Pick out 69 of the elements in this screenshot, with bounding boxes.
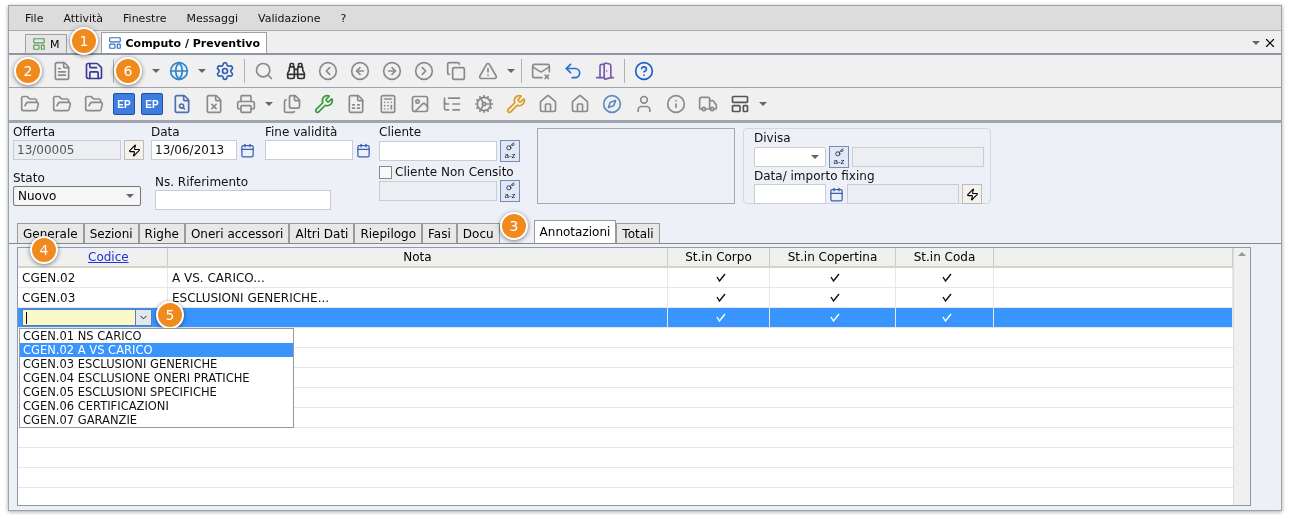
scrollbar[interactable] — [1233, 248, 1250, 505]
checkbox-label: Cliente Non Censito — [395, 165, 514, 179]
calendar-icon[interactable] — [356, 142, 371, 158]
tab[interactable]: Oneri accessori — [184, 223, 290, 243]
key-icon — [505, 182, 515, 191]
window-icon — [107, 36, 122, 50]
menu-item[interactable]: ? — [330, 11, 357, 25]
field-label: Stato — [13, 171, 46, 185]
field-label: Data — [151, 125, 181, 139]
tab[interactable]: Riepilogo — [354, 223, 423, 243]
tab[interactable]: Docu — [456, 223, 500, 243]
client-field[interactable] — [379, 141, 497, 161]
key-icon — [834, 148, 844, 157]
date-field[interactable] — [265, 140, 353, 160]
column-header[interactable]: Nota — [168, 248, 668, 266]
menu-item[interactable]: Validazione — [247, 11, 331, 25]
caret-icon[interactable] — [265, 102, 273, 106]
tab[interactable]: Righe — [138, 223, 185, 243]
table-cell: A VS. CARICO... — [168, 268, 668, 287]
document-tab[interactable]: Computo / Preventivo — [100, 32, 267, 53]
code-combo[interactable] — [22, 309, 152, 326]
calendar-icon[interactable] — [240, 142, 255, 158]
lightning-icon — [127, 143, 141, 157]
field-label: Divisa — [754, 131, 792, 145]
tab[interactable]: Altri Dati — [289, 223, 355, 243]
table-row[interactable] — [18, 308, 1233, 328]
field-label: Cliente — [379, 125, 423, 139]
close-icon[interactable] — [1263, 36, 1277, 50]
field-label: Ns. Riferimento — [155, 175, 250, 189]
lightning-icon — [965, 187, 979, 201]
tab[interactable]: Generale — [17, 223, 84, 243]
column-header[interactable]: St.in Corpo — [668, 248, 770, 266]
field-label: Fine validità — [265, 125, 339, 139]
window-icon — [32, 37, 46, 51]
menu-item[interactable]: Attività — [53, 11, 114, 25]
field-label: Data/ importo fixing — [754, 169, 876, 183]
table-cell: CGEN.02 — [18, 268, 168, 287]
menu-item[interactable]: Finestre — [113, 11, 177, 25]
toolbar-badge-button[interactable]: EP — [113, 93, 135, 115]
tab[interactable]: Totali — [616, 223, 660, 243]
caret-icon[interactable] — [198, 69, 206, 73]
column-header[interactable]: St.in Coda — [896, 248, 994, 266]
tab[interactable]: Sezioni — [83, 223, 139, 243]
fixing-date-field[interactable] — [754, 184, 826, 204]
lookup-button[interactable]: a-z — [500, 180, 520, 202]
lookup-button[interactable]: a-z — [500, 140, 520, 162]
column-header[interactable]: St.in Copertina — [770, 248, 896, 266]
tab[interactable]: Fasi — [422, 223, 457, 243]
status-select[interactable]: Nuovo — [13, 186, 141, 206]
currency-select[interactable] — [754, 147, 826, 167]
menu-item[interactable]: Messaggi — [176, 11, 248, 25]
field-label: Offerta — [13, 125, 57, 139]
caret-icon[interactable] — [507, 69, 515, 73]
key-icon — [505, 142, 515, 151]
caret-icon[interactable] — [1252, 41, 1260, 45]
date-field[interactable]: 13/06/2013 — [151, 140, 237, 160]
toolbar-badge-button[interactable]: EP — [141, 93, 163, 115]
tab[interactable]: Annotazioni — [533, 220, 617, 243]
lookup-button[interactable]: a-z — [829, 146, 849, 168]
caret-icon[interactable] — [152, 69, 160, 73]
checkbox[interactable] — [379, 165, 392, 179]
lightning-button[interactable] — [124, 140, 144, 160]
caret-icon[interactable] — [759, 102, 767, 106]
lightning-button[interactable] — [962, 184, 982, 204]
document-tab[interactable]: M — [25, 34, 67, 53]
calendar-icon[interactable] — [829, 186, 844, 202]
reference-field[interactable] — [155, 190, 331, 210]
column-header-link[interactable]: Codice — [88, 250, 129, 264]
menu-item[interactable]: File — [15, 11, 54, 25]
